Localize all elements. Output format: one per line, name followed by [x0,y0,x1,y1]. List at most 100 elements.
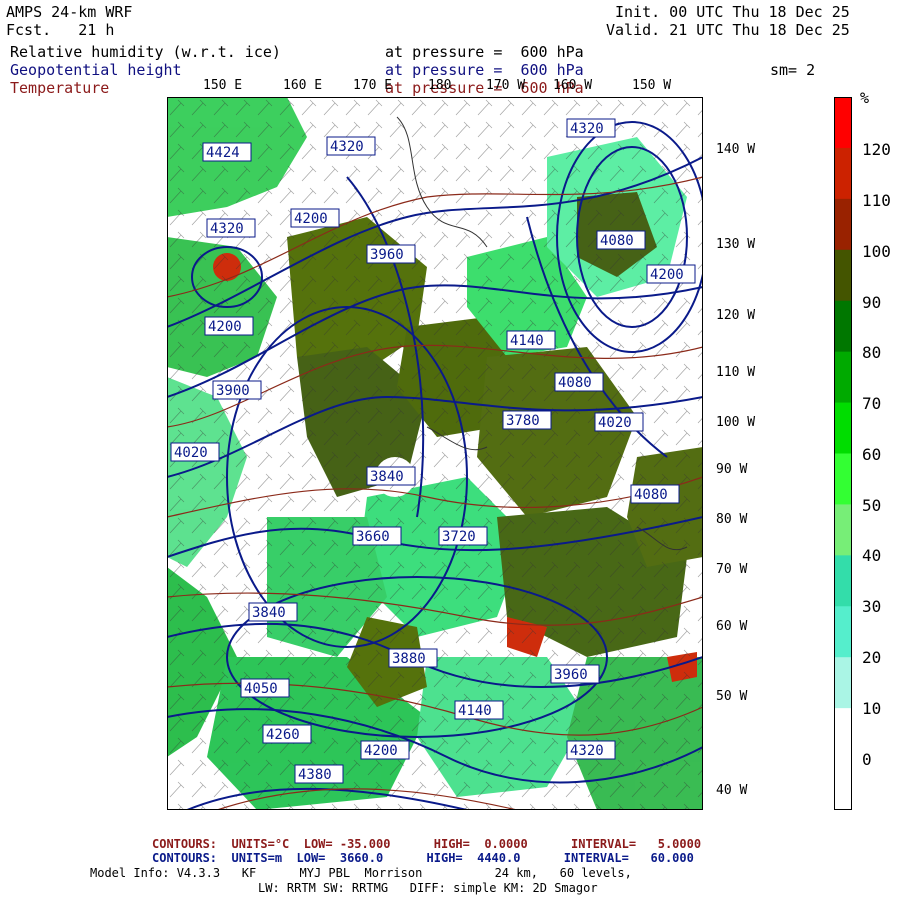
colorbar-unit: % [860,89,870,107]
colorbar-segment [834,351,852,404]
contour-label: 4020 [170,442,220,462]
colorbar-tick: 20 [862,648,882,667]
colorbar-tick: 110 [862,191,891,210]
contour-label: 3880 [388,648,438,668]
svg-text:4140: 4140 [510,333,544,349]
colorbar-segment [834,453,852,505]
hgt-field-name: Geopotential height [10,61,182,79]
svg-text:3960: 3960 [554,667,588,683]
colorbar-tick: 10 [862,699,882,718]
svg-text:4050: 4050 [244,681,278,697]
contour-label: 4260 [262,724,312,744]
contour-label: 4140 [506,330,556,350]
lon-label-top: 150 W [632,78,672,93]
contour-label: 4020 [594,412,644,432]
colorbar-segment [834,147,852,200]
svg-text:3840: 3840 [252,605,286,621]
svg-text:4200: 4200 [294,211,328,227]
temp-field-name: Temperature [10,79,110,97]
colorbar-tick: 30 [862,597,882,616]
svg-text:3720: 3720 [442,529,476,545]
svg-text:4260: 4260 [266,727,300,743]
rh-field-level: at pressure = 600 hPa [385,43,584,61]
colorbar-tick: 100 [862,242,891,261]
lon-label-top: 160 E [283,78,323,93]
contour-label: 4424 [202,142,252,162]
colorbar-tick: 40 [862,546,882,565]
lon-label-right: 70 W [716,562,748,577]
svg-text:3900: 3900 [216,383,250,399]
contour-label: 4320 [326,136,376,156]
lon-label-right: 90 W [716,462,748,477]
colorbar-segment [834,300,852,353]
lon-label-right: 130 W [716,237,756,252]
svg-text:3880: 3880 [392,651,426,667]
hgt-field-level: at pressure = 600 hPa [385,61,584,79]
lon-label-top: 180 [428,78,452,93]
svg-text:3780: 3780 [506,413,540,429]
lon-label-right: 80 W [716,512,748,527]
contour-label: 4140 [454,700,504,720]
colorbar-tick: 60 [862,445,882,464]
contour-label: 4200 [360,740,410,760]
colorbar-segment [834,708,852,760]
svg-text:3840: 3840 [370,469,404,485]
colorbar-tick: 120 [862,140,891,159]
contour-label: 3660 [352,526,402,546]
colorbar-segment [834,402,852,454]
svg-text:4200: 4200 [650,267,684,283]
svg-text:4320: 4320 [330,139,364,155]
colorbar-segment [834,97,852,149]
colorbar-segment [834,198,852,251]
lon-label-right: 110 W [716,365,756,380]
lon-label-right: 60 W [716,619,748,634]
rh-field-name: Relative humidity (w.r.t. ice) [10,43,281,61]
svg-text:4200: 4200 [208,319,242,335]
contour-label: 4320 [206,218,256,238]
valid-time: Valid. 21 UTC Thu 18 Dec 25 [606,21,850,39]
svg-text:4080: 4080 [634,487,668,503]
svg-text:4020: 4020 [598,415,632,431]
contour-label: 3900 [212,380,262,400]
svg-text:4080: 4080 [558,375,592,391]
svg-text:4424: 4424 [206,145,240,161]
lon-label-right: 50 W [716,689,748,704]
contour-label: 4080 [554,372,604,392]
lon-label-right: 40 W [716,783,748,798]
contour-label: 4080 [630,484,680,504]
contour-label: 4200 [646,264,696,284]
forecast-hour: Fcst. 21 h [6,21,115,39]
colorbar-tick: 70 [862,394,882,413]
lon-label-right: 140 W [716,142,756,157]
lon-label-right: 120 W [716,308,756,323]
colorbar-segment [834,249,852,302]
contour-label: 4380 [294,764,344,784]
lon-label-top: 170 E [353,78,393,93]
contour-label: 4320 [566,118,616,138]
colorbar-segment [834,606,852,658]
colorbar-tick: 50 [862,496,882,515]
lon-label-top: 150 E [203,78,243,93]
colorbar-tick: 80 [862,343,882,362]
colorbar-segment [834,759,852,810]
svg-text:4380: 4380 [298,767,332,783]
colorbar-tick: 90 [862,293,882,312]
colorbar-segment [834,555,852,607]
svg-text:3660: 3660 [356,529,390,545]
rh-colorbar [834,97,852,810]
height-contour-info: CONTOURS: UNITS=m LOW= 3660.0 HIGH= 4440… [152,851,694,865]
contour-label: 4050 [240,678,290,698]
svg-text:4200: 4200 [364,743,398,759]
lon-label-top: 170 W [486,78,526,93]
contour-label: 4200 [204,316,254,336]
lon-label-right: 100 W [716,415,756,430]
colorbar-tick: 0 [862,750,872,769]
model-title: AMPS 24-km WRF [6,3,133,21]
contour-label: 4080 [596,230,646,250]
contour-label: 3960 [366,244,416,264]
rh-height-temperature-map: 4320 4320 4200 4320 4424 4200 4080 3960 … [167,97,703,810]
svg-text:4320: 4320 [210,221,244,237]
contour-label: 3780 [502,410,552,430]
temp-contour-info: CONTOURS: UNITS=°C LOW= -35.000 HIGH= 0.… [152,837,702,851]
contour-label: 4320 [566,740,616,760]
